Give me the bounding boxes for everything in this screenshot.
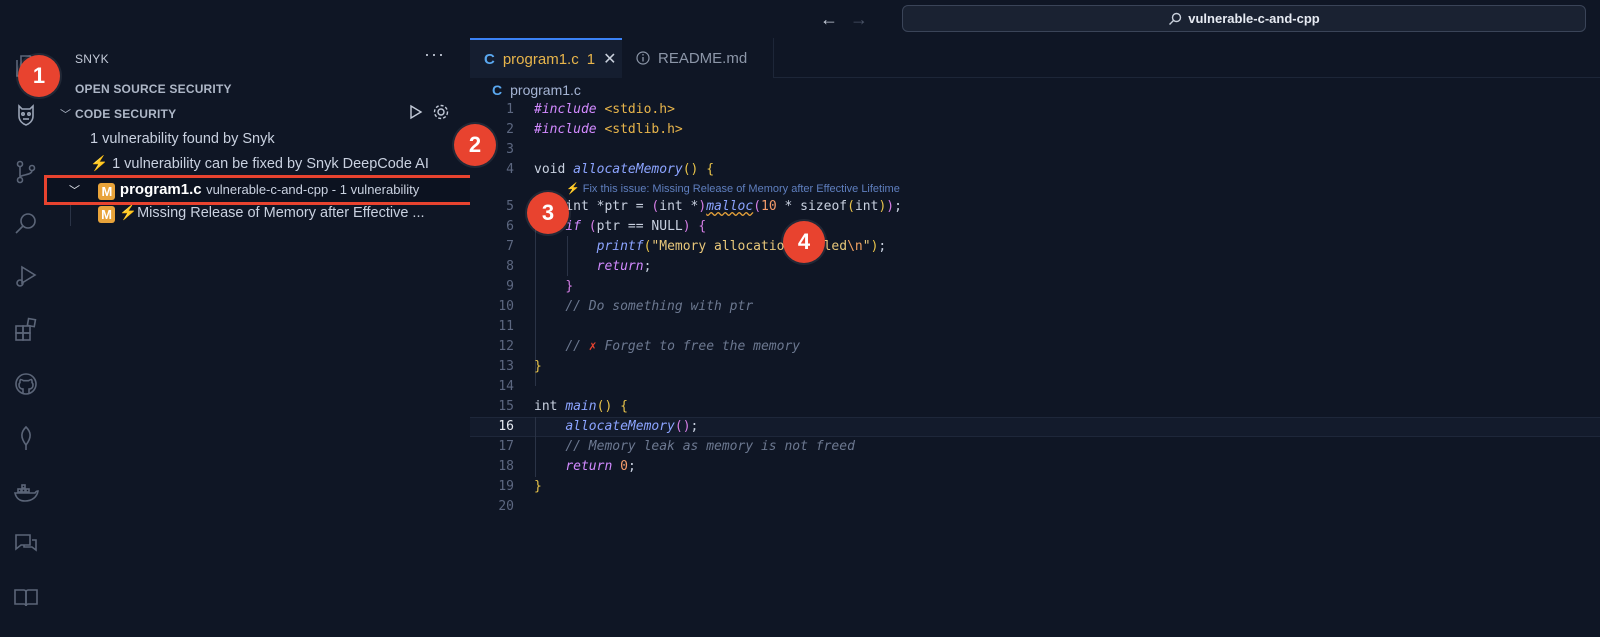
- open-source-security-section[interactable]: OPEN SOURCE SECURITY: [75, 82, 232, 96]
- chat-icon[interactable]: [10, 528, 42, 560]
- tab-program1-c[interactable]: C program1.c 1 ✕: [470, 38, 622, 78]
- tree-guide: [70, 204, 71, 226]
- line-number: 19: [498, 479, 514, 494]
- arrow-left-icon[interactable]: ←: [818, 8, 840, 30]
- snyk-sidebar: SNYK ··· OPEN SOURCE SECURITY ﹀ CODE SEC…: [52, 38, 470, 637]
- code-line[interactable]: #include <stdlib.h>: [534, 122, 683, 137]
- settings-gear-icon[interactable]: [432, 103, 450, 124]
- line-number: 9: [506, 279, 514, 294]
- file-name: program1.c: [119, 181, 202, 198]
- line-number: 1: [506, 102, 514, 117]
- info-icon: [636, 51, 650, 65]
- activity-bar: [0, 38, 52, 637]
- problem-count: 1: [586, 50, 596, 68]
- callout-1: 1: [18, 55, 60, 97]
- line-number: 12: [498, 339, 514, 354]
- line-number: 8: [506, 259, 514, 274]
- issue-label: ⚡Missing Release of Memory after Effecti…: [119, 205, 425, 221]
- run-debug-icon[interactable]: [10, 260, 42, 292]
- callout-3: 3: [527, 192, 569, 234]
- line-number: 11: [498, 319, 514, 334]
- line-number: 20: [498, 499, 514, 514]
- severity-medium-badge: M: [98, 183, 116, 200]
- ellipsis-icon[interactable]: ···: [424, 44, 445, 65]
- extensions-icon[interactable]: [10, 314, 42, 346]
- source-control-icon[interactable]: [10, 156, 42, 188]
- code-line[interactable]: }: [534, 279, 573, 294]
- vulnerability-summary: 1 vulnerability found by Snyk: [90, 131, 275, 147]
- tab-label: program1.c: [502, 50, 579, 68]
- line-number: 10: [498, 299, 514, 314]
- mongodb-leaf-icon[interactable]: [10, 422, 42, 454]
- fix-issue-codelens[interactable]: ⚡ Fix this issue: Missing Release of Mem…: [566, 182, 900, 195]
- fixable-summary: ⚡ 1 vulnerability can be fixed by Snyk D…: [90, 156, 429, 172]
- code-line[interactable]: // Memory leak as memory is not freed: [534, 439, 855, 454]
- snyk-icon[interactable]: [10, 98, 42, 130]
- breadcrumb-file[interactable]: program1.c: [510, 82, 581, 98]
- code-line[interactable]: int *ptr = (int *)malloc(10 * sizeof(int…: [534, 199, 902, 214]
- tab-readme[interactable]: README.md: [622, 38, 774, 78]
- code-line[interactable]: return;: [534, 259, 652, 274]
- code-line[interactable]: return 0;: [534, 459, 635, 474]
- chevron-down-icon[interactable]: ﹀: [60, 106, 71, 122]
- breadcrumb[interactable]: C program1.c: [492, 80, 581, 100]
- tab-bar: C program1.c 1 ✕ README.md: [470, 38, 1600, 78]
- c-file-icon: C: [492, 82, 503, 98]
- code-security-section[interactable]: CODE SECURITY: [75, 107, 176, 121]
- code-line[interactable]: // Do something with ptr: [534, 299, 753, 314]
- callout-2: 2: [454, 124, 496, 166]
- run-scan-icon[interactable]: [407, 104, 423, 123]
- issue-row[interactable]: M ⚡Missing Release of Memory after Effec…: [98, 204, 425, 223]
- close-icon[interactable]: ✕: [603, 49, 616, 69]
- code-line[interactable]: }: [534, 359, 542, 374]
- file-row-program1[interactable]: ﹀ M program1.c vulnerable-c-and-cpp - 1 …: [44, 175, 476, 205]
- sidebar-title: SNYK: [75, 52, 109, 66]
- github-icon[interactable]: [10, 368, 42, 400]
- severity-medium-badge: M: [98, 206, 115, 223]
- line-number: 13: [498, 359, 514, 374]
- command-center-search[interactable]: vulnerable-c-and-cpp: [902, 5, 1586, 32]
- code-line[interactable]: }: [534, 479, 542, 494]
- callout-4: 4: [783, 221, 825, 263]
- chevron-down-icon[interactable]: ﹀: [69, 185, 80, 197]
- line-number: 16: [498, 419, 514, 434]
- code-line[interactable]: int main() {: [534, 399, 628, 414]
- code-line[interactable]: printf("Memory allocation failed\n");: [534, 239, 887, 254]
- line-number: 18: [498, 459, 514, 474]
- title-bar: ← → vulnerable-c-and-cpp: [0, 0, 1600, 38]
- tab-label: README.md: [658, 49, 748, 67]
- code-line[interactable]: allocateMemory();: [534, 419, 698, 434]
- code-line[interactable]: void allocateMemory() {: [534, 162, 714, 177]
- line-number: 6: [506, 219, 514, 234]
- file-description: vulnerable-c-and-cpp - 1 vulnerability: [206, 182, 420, 197]
- search-activity-icon[interactable]: [10, 208, 42, 240]
- search-icon: [1169, 12, 1182, 25]
- line-number: 15: [498, 399, 514, 414]
- code-line[interactable]: #include <stdio.h>: [534, 102, 675, 117]
- search-text: vulnerable-c-and-cpp: [1188, 11, 1320, 26]
- arrow-right-icon[interactable]: →: [848, 8, 870, 30]
- docker-icon[interactable]: [10, 476, 42, 508]
- line-number: 17: [498, 439, 514, 454]
- line-number: 5: [506, 199, 514, 214]
- code-line[interactable]: // ✗ Forget to free the memory: [534, 339, 800, 354]
- code-editor[interactable]: 1 #include <stdio.h> 2 #include <stdlib.…: [470, 100, 1600, 637]
- line-number: 14: [498, 379, 514, 394]
- line-number: 7: [506, 239, 514, 254]
- c-file-icon: C: [484, 50, 495, 68]
- book-icon[interactable]: [10, 582, 42, 614]
